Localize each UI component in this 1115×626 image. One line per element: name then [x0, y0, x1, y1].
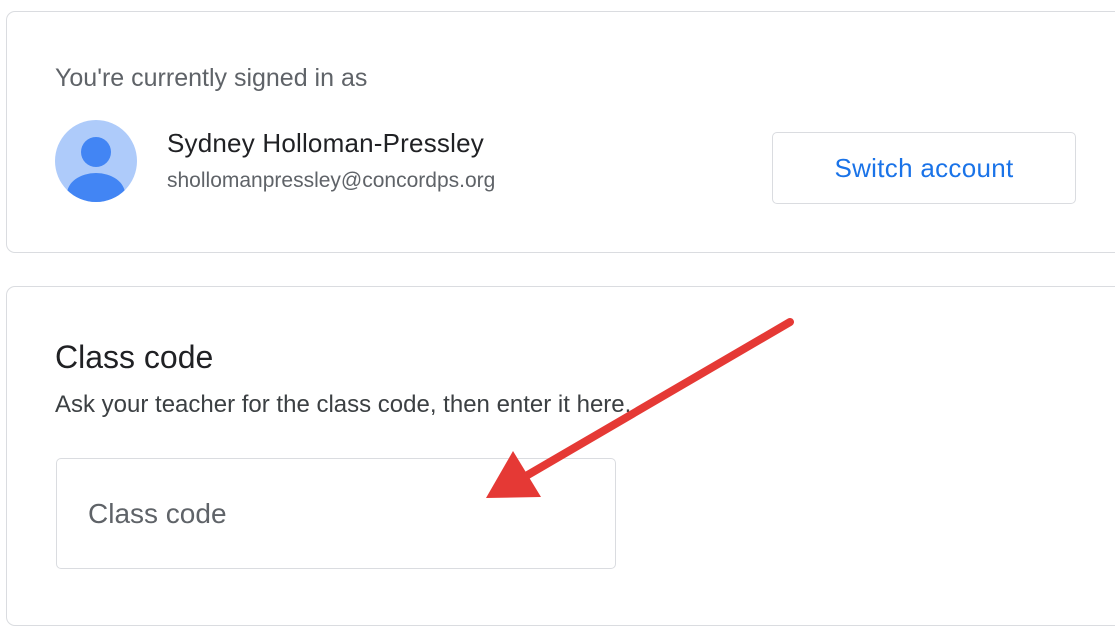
- user-email: shollomanpressley@concordps.org: [167, 169, 496, 192]
- class-code-input[interactable]: [56, 458, 616, 569]
- account-card: You're currently signed in as Sydney Hol…: [6, 11, 1115, 253]
- switch-account-button[interactable]: Switch account: [772, 132, 1076, 204]
- account-circle-icon: [55, 120, 137, 202]
- class-code-instructions: Ask your teacher for the class code, the…: [55, 391, 632, 418]
- signed-in-label: You're currently signed in as: [55, 64, 368, 92]
- class-code-title: Class code: [55, 339, 214, 375]
- class-code-card: Class code Ask your teacher for the clas…: [6, 286, 1115, 626]
- user-name: Sydney Holloman-Pressley: [167, 128, 484, 158]
